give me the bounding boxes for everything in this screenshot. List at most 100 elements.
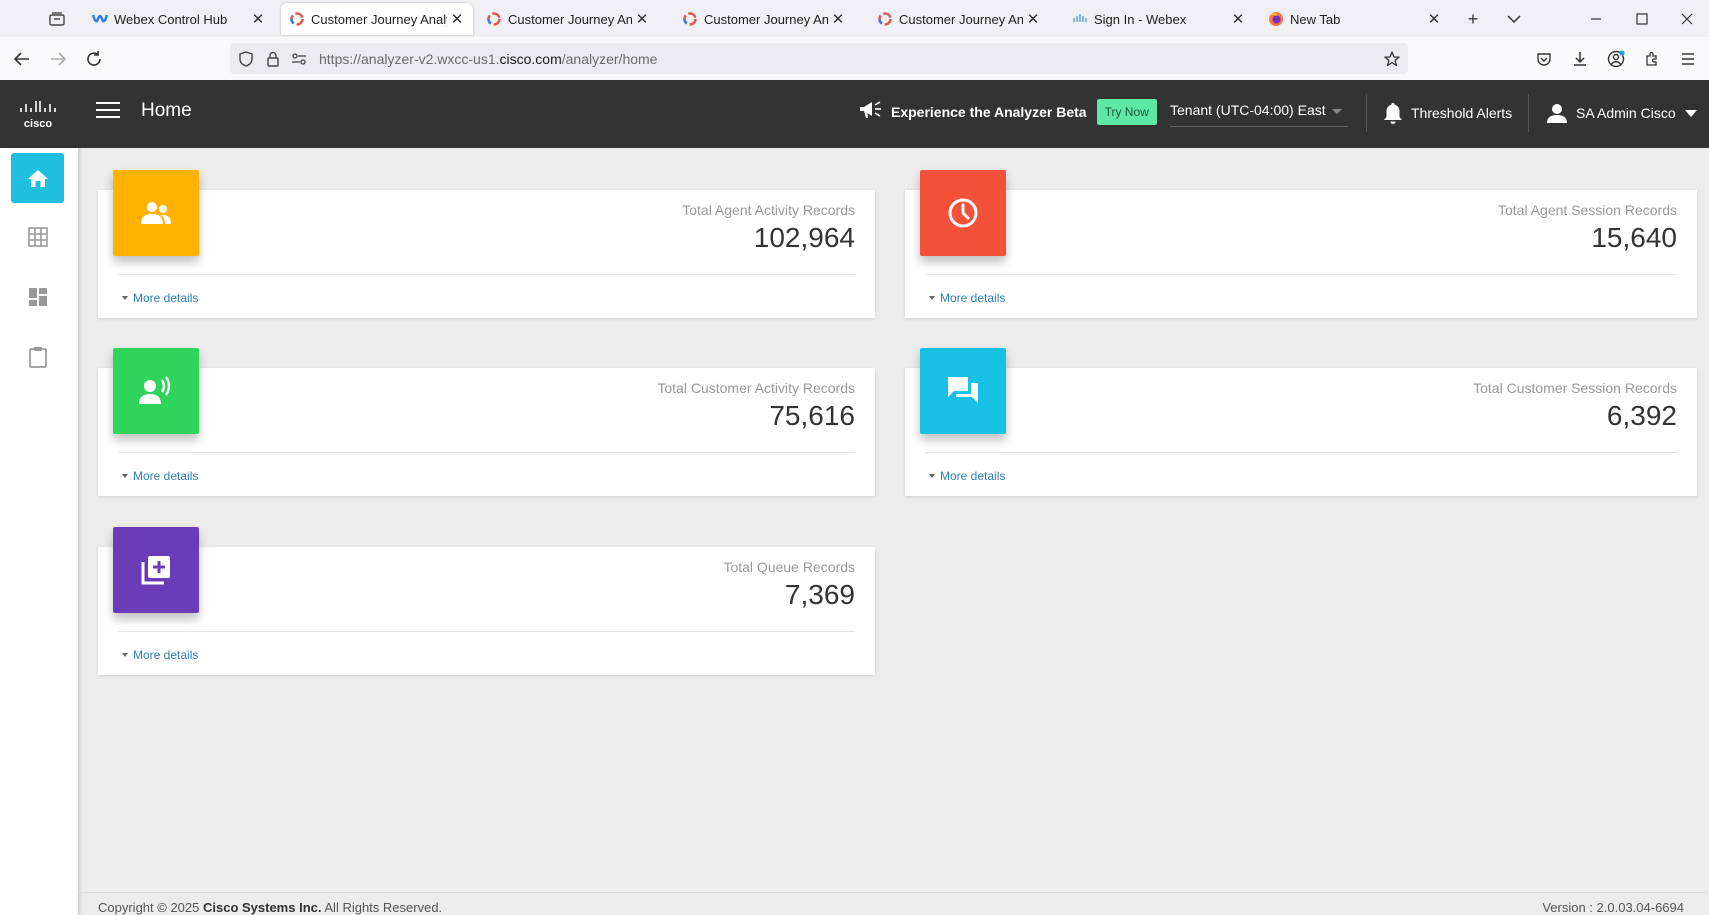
threshold-alerts-button[interactable]: Threshold Alerts [1382, 98, 1512, 128]
user-menu[interactable]: SA Admin Cisco [1546, 98, 1697, 128]
card-value: 102,964 [753, 222, 855, 253]
more-details-link[interactable]: More details [122, 648, 198, 662]
card-divider [925, 274, 1677, 275]
sidebar-item-reports[interactable] [11, 332, 64, 382]
browser-tab-customer-journey-analyzer[interactable]: Customer Journey Analyzer ✕ [478, 3, 658, 35]
more-details-label: More details [133, 291, 199, 305]
sidebar [0, 148, 78, 915]
more-details-link[interactable]: More details [929, 469, 1005, 483]
user-name: SA Admin Cisco [1576, 105, 1676, 121]
queue-add-icon [140, 554, 172, 586]
card-customer-activity: Total Customer Activity Records 75,616 M… [98, 348, 875, 496]
tab-title: Customer Journey Analyzer [899, 11, 1023, 27]
sidebar-item-home[interactable] [11, 153, 64, 203]
page-title: Home [141, 100, 192, 121]
card-agent-activity: Total Agent Activity Records 102,964 Mor… [98, 170, 875, 318]
header-divider [1366, 94, 1367, 132]
chevron-down-icon[interactable] [1502, 7, 1526, 31]
maximize-icon[interactable] [1630, 7, 1654, 31]
more-details-link[interactable]: More details [122, 469, 198, 483]
browser-tab-new-tab[interactable]: New Tab ✕ [1260, 3, 1450, 35]
analyzer-icon [877, 11, 893, 27]
account-icon[interactable] [1603, 46, 1629, 72]
close-tab-icon[interactable]: ✕ [447, 10, 467, 28]
sidebar-item-dashboard[interactable] [11, 272, 64, 322]
beta-banner: Experience the Analyzer Beta Try Now [858, 94, 1157, 130]
url-text[interactable]: https://analyzer-v2.wxcc-us1.cisco.com/a… [319, 51, 657, 67]
site-permissions-icon[interactable] [289, 49, 309, 69]
address-bar[interactable]: https://analyzer-v2.wxcc-us1.cisco.com/a… [230, 43, 1408, 74]
card-icon-tile [113, 170, 199, 256]
footer-copyright: Copyright © 2025 Cisco Systems Inc. All … [98, 900, 442, 915]
cisco-logo[interactable]: cisco [18, 97, 58, 133]
browser-navbar: https://analyzer-v2.wxcc-us1.cisco.com/a… [0, 37, 1709, 81]
forward-icon[interactable] [45, 46, 71, 72]
shield-icon[interactable] [236, 49, 256, 69]
browser-tab-webex-control-hub[interactable]: Webex Control Hub ✕ [84, 3, 274, 35]
extensions-icon[interactable] [1639, 46, 1665, 72]
home-icon [27, 168, 49, 188]
agents-icon [139, 200, 173, 226]
close-window-icon[interactable] [1675, 7, 1699, 31]
card-customer-session: Total Customer Session Records 6,392 Mor… [905, 348, 1697, 496]
card-queue: Total Queue Records 7,369 More details [98, 527, 875, 675]
card-icon-tile [113, 527, 199, 613]
card-label: Total Customer Activity Records [657, 380, 855, 396]
tab-title: Webex Control Hub [114, 11, 228, 27]
browser-tab-customer-journey-analyzer[interactable]: Customer Journey Analyzer ✕ [674, 3, 854, 35]
close-tab-icon[interactable]: ✕ [1424, 10, 1444, 28]
tab-title: Customer Journey Analyzer [311, 11, 447, 27]
card-divider [118, 274, 855, 275]
browser-tab-sign-in-webex[interactable]: Sign In - Webex ✕ [1064, 3, 1254, 35]
minimize-icon[interactable] [1584, 7, 1608, 31]
tenant-select[interactable]: Tenant (UTC-04:00) East [1170, 102, 1348, 127]
star-icon[interactable] [1382, 49, 1402, 69]
card-agent-session: Total Agent Session Records 15,640 More … [905, 170, 1697, 318]
new-tab-icon[interactable]: + [1461, 7, 1485, 31]
more-details-link[interactable]: More details [929, 291, 1005, 305]
card-divider [118, 631, 855, 632]
clock-icon [947, 197, 979, 229]
more-details-label: More details [133, 648, 199, 662]
tab-list-icon[interactable] [44, 8, 70, 30]
chat-icon [946, 375, 980, 407]
tab-title: New Tab [1290, 11, 1341, 27]
back-icon[interactable] [9, 46, 35, 72]
caret-down-icon [122, 474, 128, 478]
close-tab-icon[interactable]: ✕ [828, 10, 848, 28]
card-value: 6,392 [1606, 400, 1677, 431]
browser-tab-customer-journey-analyzer[interactable]: Customer Journey Analyzer ✕ [281, 3, 473, 35]
chevron-down-icon [1332, 109, 1342, 114]
tenant-value: Tenant (UTC-04:00) East [1170, 102, 1326, 118]
download-icon[interactable] [1567, 46, 1593, 72]
more-details-label: More details [940, 469, 1006, 483]
bell-icon [1382, 101, 1404, 125]
copyright-text: Copyright © 2025 [98, 900, 200, 915]
tab-title: Customer Journey Analyzer [704, 11, 828, 27]
sidebar-item-grid[interactable] [11, 212, 64, 262]
close-tab-icon[interactable]: ✕ [1023, 10, 1043, 28]
hamburger-menu-icon[interactable] [96, 102, 120, 124]
caret-down-icon [929, 296, 935, 300]
browser-tab-customer-journey-analyzer[interactable]: Customer Journey Analyzer ✕ [869, 3, 1049, 35]
menu-icon[interactable] [1675, 46, 1701, 72]
header-divider [1528, 94, 1529, 132]
card-label: Total Agent Activity Records [682, 202, 855, 218]
footer-divider [78, 892, 1709, 893]
close-tab-icon[interactable]: ✕ [632, 10, 652, 28]
firefox-icon [1268, 11, 1284, 27]
more-details-label: More details [940, 291, 1006, 305]
pocket-icon[interactable] [1531, 46, 1557, 72]
try-now-button[interactable]: Try Now [1096, 99, 1157, 125]
beta-text: Experience the Analyzer Beta [891, 104, 1087, 120]
card-icon-tile [113, 348, 199, 434]
caret-down-icon [122, 296, 128, 300]
more-details-link[interactable]: More details [122, 291, 198, 305]
svg-text:cisco: cisco [24, 118, 52, 130]
more-details-label: More details [133, 469, 199, 483]
lock-icon[interactable] [263, 49, 283, 69]
reload-icon[interactable] [81, 46, 107, 72]
close-tab-icon[interactable]: ✕ [248, 10, 268, 28]
customer-voice-icon [138, 376, 174, 406]
close-tab-icon[interactable]: ✕ [1228, 10, 1248, 28]
